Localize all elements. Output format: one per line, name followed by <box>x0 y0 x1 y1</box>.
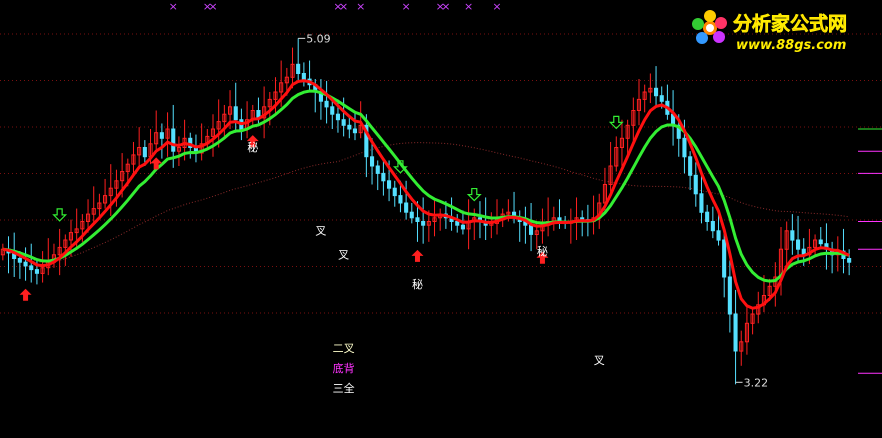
signal-label: 叉 <box>315 224 326 237</box>
candlestick-chart: × ×× ×× × × ×× × × 秘叉叉秘秘叉二叉底背三全 5.09 3.22 分析家公式… <box>0 0 882 395</box>
candle-down <box>529 224 534 235</box>
labels-group: 秘叉叉秘秘叉二叉底背三全 <box>247 140 604 395</box>
pattern-label: 三全 <box>333 381 355 395</box>
candle-down <box>159 132 164 139</box>
candle-down <box>23 261 28 267</box>
candle-down <box>847 258 852 263</box>
candle-down <box>398 195 403 204</box>
candle-down <box>722 239 727 278</box>
candle-down <box>301 73 306 80</box>
right-scale-ticks <box>858 128 882 374</box>
cross-marker-icon: × <box>492 0 501 13</box>
candle-down <box>335 113 340 121</box>
candle-down <box>171 128 176 152</box>
candle-down <box>415 217 420 223</box>
candle-down <box>404 202 409 213</box>
sell-arrow-icon <box>52 208 68 222</box>
low-price-label: 3.22 <box>744 376 769 389</box>
candle-down <box>710 221 715 232</box>
candle-down <box>296 63 301 75</box>
signal-label: 秘 <box>247 140 258 154</box>
candle-down <box>392 187 397 197</box>
candle-down <box>29 265 34 271</box>
signal-label: 叉 <box>594 354 605 367</box>
candle-down <box>688 156 693 176</box>
chart-grid <box>0 33 882 314</box>
candle-down <box>659 95 664 102</box>
candle-down <box>790 230 795 241</box>
candle-down <box>460 224 465 230</box>
logo-title: 分析家公式网 <box>733 12 847 35</box>
candle-down <box>233 106 238 121</box>
candle-down <box>34 269 40 274</box>
candle-down <box>370 156 375 167</box>
cross-marker-icon: × <box>208 0 217 13</box>
cross-marker-icon: × <box>464 0 473 13</box>
candle-down <box>142 147 147 158</box>
signal-label: 秘 <box>412 277 423 291</box>
cross-marker-icon: × <box>339 0 348 13</box>
candle-down <box>421 221 426 226</box>
candle-down <box>682 137 687 158</box>
candle-down <box>455 221 460 226</box>
cross-marker-icon: × <box>401 0 410 13</box>
markers-group: × ×× ×× × × ×× × × <box>19 0 743 383</box>
sell-arrow-icon <box>466 187 482 202</box>
cross-marker-icon: × <box>356 0 365 13</box>
candle-down <box>381 172 386 182</box>
candle-down <box>341 119 346 126</box>
candle-down <box>699 193 704 213</box>
candle-down <box>693 174 698 195</box>
flower-icon <box>692 10 727 44</box>
pattern-label: 底背 <box>333 361 355 375</box>
candle-down <box>727 276 732 315</box>
pattern-label: 二叉 <box>333 342 355 355</box>
candle-down <box>330 106 335 115</box>
candle-down <box>716 230 721 241</box>
high-price-label: 5.09 <box>306 32 331 45</box>
candle-down <box>17 258 22 263</box>
logo-url: www.88gs.com <box>736 38 846 53</box>
candle-down <box>387 180 392 189</box>
buy-arrow-icon <box>411 249 424 262</box>
candle-down <box>654 87 659 97</box>
candle-down <box>409 211 414 219</box>
candle-down <box>818 239 823 245</box>
candle-down <box>375 165 380 174</box>
candle-down <box>733 313 738 352</box>
candle-down <box>705 211 710 222</box>
cross-marker-icon: × <box>441 0 450 13</box>
site-logo: 分析家公式网 www.88gs.com <box>692 10 847 53</box>
candle-down <box>796 239 801 250</box>
candle-down <box>352 128 357 134</box>
signal-label: 叉 <box>338 249 349 262</box>
cross-marker-icon: × <box>169 0 178 13</box>
candle-down <box>324 100 329 108</box>
signal-label: 秘 <box>537 244 548 258</box>
buy-arrow-icon <box>19 288 32 301</box>
candle-down <box>347 124 352 130</box>
